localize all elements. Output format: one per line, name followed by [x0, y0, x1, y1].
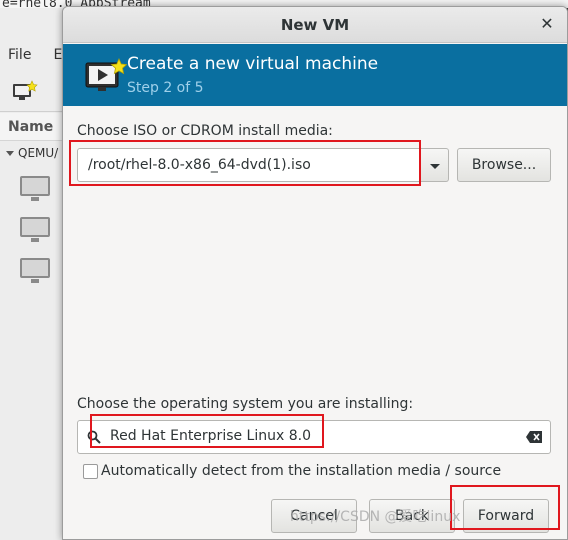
- autodetect-checkbox[interactable]: [83, 464, 98, 479]
- monitor-icon: [20, 217, 50, 242]
- install-media-label: Choose ISO or CDROM install media:: [77, 123, 333, 139]
- os-search-input[interactable]: Red Hat Enterprise Linux 8.0: [77, 420, 551, 454]
- new-vm-toolbar-icon[interactable]: [12, 80, 38, 102]
- monitor-icon: [20, 176, 50, 201]
- wizard-step: Step 2 of 5: [127, 80, 204, 96]
- expander-icon[interactable]: [6, 151, 14, 156]
- background-menubar: FileEd: [0, 40, 71, 70]
- forward-button[interactable]: Forward: [463, 499, 549, 533]
- name-column-header[interactable]: Name: [0, 113, 70, 141]
- connection-row[interactable]: QEMU/: [6, 144, 58, 162]
- clear-icon[interactable]: [526, 431, 542, 443]
- wizard-banner: Create a new virtual machine Step 2 of 5: [63, 44, 567, 106]
- install-media-input[interactable]: [77, 148, 421, 182]
- dialog-title: New VM: [280, 16, 350, 34]
- os-search-value: Red Hat Enterprise Linux 8.0: [110, 428, 311, 444]
- background-toolbar: [0, 72, 70, 112]
- close-button[interactable]: ✕: [537, 15, 557, 35]
- browse-button[interactable]: Browse...: [457, 148, 551, 182]
- menu-file[interactable]: File: [8, 47, 31, 63]
- monitor-icon: [20, 258, 50, 283]
- vm-monitor-icon[interactable]: [20, 217, 52, 243]
- vm-monitor-icon[interactable]: [20, 258, 52, 284]
- search-icon: [87, 430, 101, 444]
- new-vm-icon: [85, 58, 128, 94]
- back-button[interactable]: Back: [369, 499, 455, 533]
- dialog-titlebar[interactable]: New VM ✕: [63, 7, 567, 43]
- wizard-title: Create a new virtual machine: [127, 54, 379, 74]
- media-dropdown-button[interactable]: [421, 148, 449, 182]
- autodetect-label[interactable]: Automatically detect from the installati…: [101, 463, 501, 479]
- vm-monitor-icon[interactable]: [20, 176, 52, 202]
- os-label: Choose the operating system you are inst…: [77, 396, 414, 412]
- connection-label: QEMU/: [18, 146, 59, 160]
- cancel-button[interactable]: Cancel: [271, 499, 357, 533]
- new-vm-dialog: New VM ✕ Create a new virtual machine St…: [62, 6, 568, 540]
